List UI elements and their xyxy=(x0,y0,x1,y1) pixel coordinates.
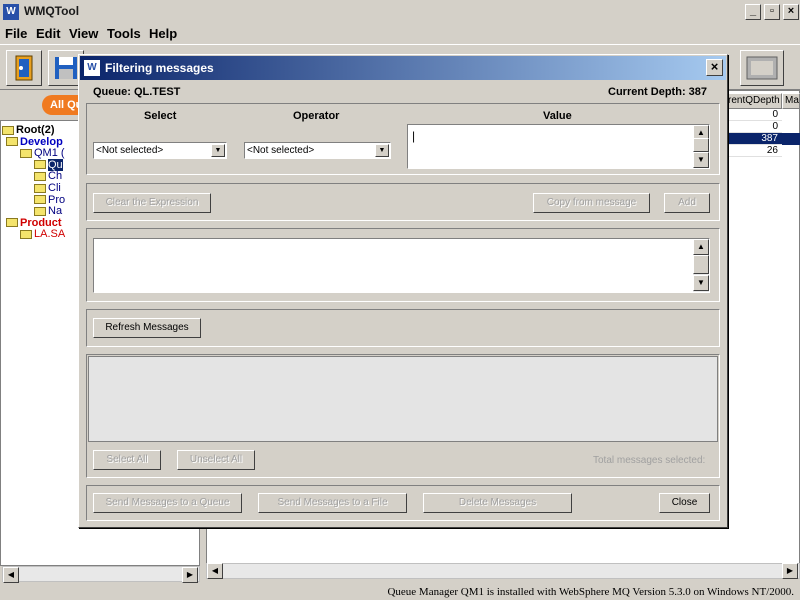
tree-node[interactable]: QM1 ( xyxy=(20,147,65,159)
folder-icon xyxy=(2,125,14,135)
app-title: WMQTool xyxy=(24,4,80,18)
grid-scroll-left-icon[interactable]: ◀ xyxy=(207,563,223,579)
scroll-thumb[interactable] xyxy=(693,255,709,274)
menu-view[interactable]: View xyxy=(69,26,98,41)
total-selected-label: Total messages selected: xyxy=(593,455,706,466)
value-textarea[interactable]: | xyxy=(407,124,710,169)
table-row[interactable]: 0 xyxy=(725,109,782,121)
select-dropdown[interactable]: <Not selected> ▼ xyxy=(93,142,227,159)
menu-file[interactable]: File xyxy=(5,26,27,41)
scroll-left-icon[interactable]: ◀ xyxy=(3,567,19,583)
tree-node-label: Develop xyxy=(20,135,63,148)
select-dropdown-value: <Not selected> xyxy=(96,145,164,156)
delete-messages-button[interactable]: Delete Messages xyxy=(423,493,572,513)
tree-node-label: QM1 ( xyxy=(34,147,65,160)
current-depth-label: Current Depth: 387 xyxy=(608,86,708,98)
grid-hscrollbar[interactable] xyxy=(206,563,800,579)
unselect-all-button[interactable]: Unselect All xyxy=(177,450,255,470)
tree-node-label: Qu xyxy=(48,158,63,171)
operator-column-label: Operator xyxy=(293,110,340,122)
clear-expression-button[interactable]: Clear the Expression xyxy=(93,193,211,213)
value-column-label: Value xyxy=(543,110,572,122)
expression-list[interactable] xyxy=(93,238,710,293)
tree-hscrollbar[interactable] xyxy=(2,566,200,582)
queue-label: Queue: QL.TEST xyxy=(93,86,181,98)
value-scrollbar[interactable]: ▲ ▼ xyxy=(693,125,709,168)
minimize-button[interactable]: _ xyxy=(745,4,761,20)
app-title-bar xyxy=(0,0,800,24)
folder-icon xyxy=(20,229,32,239)
tree-node[interactable]: Pro xyxy=(34,194,65,206)
tree-node[interactable]: Na xyxy=(34,205,62,217)
scroll-down-icon[interactable]: ▼ xyxy=(693,152,709,168)
tree-node[interactable]: Product xyxy=(6,217,62,229)
status-bar: Queue Manager QM1 is installed with WebS… xyxy=(387,586,794,598)
tree-node-label: Na xyxy=(48,205,63,218)
dialog-logo-icon: W xyxy=(84,60,100,76)
select-column-label: Select xyxy=(144,110,177,122)
tree-node[interactable]: Cli xyxy=(34,182,61,194)
tree-node[interactable]: Root(2) xyxy=(2,124,55,136)
tree-node[interactable]: Develop xyxy=(6,136,63,148)
value-text: | xyxy=(412,129,416,143)
folder-icon xyxy=(20,148,32,158)
grid-header-max[interactable]: Ma xyxy=(782,93,800,109)
operator-dropdown-value: <Not selected> xyxy=(247,145,315,156)
dialog-title: Filtering messages xyxy=(105,61,214,75)
tree-node-label: Pro xyxy=(48,193,66,206)
scroll-thumb[interactable] xyxy=(693,138,709,152)
tree-node-label: Ch xyxy=(48,170,63,183)
send-to-queue-button[interactable]: Send Messages to a Queue xyxy=(93,493,242,513)
operator-dropdown[interactable]: <Not selected> ▼ xyxy=(244,142,391,159)
tree-node[interactable]: Qu xyxy=(34,158,63,171)
tree-node-label: Root(2) xyxy=(16,124,55,136)
messages-list[interactable] xyxy=(88,356,718,442)
table-row[interactable]: 387 xyxy=(725,133,782,145)
scroll-up-icon[interactable]: ▲ xyxy=(693,239,709,255)
folder-icon xyxy=(34,206,46,216)
tree-node[interactable]: LA.SA xyxy=(20,228,65,240)
copy-from-message-button[interactable]: Copy from message xyxy=(533,193,650,213)
app-logo-icon: W xyxy=(3,4,19,20)
table-row[interactable]: 0 xyxy=(725,121,782,133)
table-row-selection[interactable] xyxy=(782,133,800,145)
select-all-button[interactable]: Select All xyxy=(93,450,161,470)
refresh-messages-button[interactable]: Refresh Messages xyxy=(93,318,201,338)
tree-node-label: LA.SA xyxy=(34,228,66,241)
tree-node-label: Cli xyxy=(48,182,61,194)
restore-button[interactable]: ▫ xyxy=(764,4,780,20)
close-window-button[interactable]: × xyxy=(783,4,799,20)
menu-edit[interactable]: Edit xyxy=(36,26,61,41)
tree-node-label: Product xyxy=(20,216,62,229)
scroll-right-icon[interactable]: ▶ xyxy=(182,567,198,583)
folder-icon xyxy=(6,137,18,147)
tree-node[interactable]: Ch xyxy=(34,170,62,182)
expression-list-scrollbar[interactable]: ▲ ▼ xyxy=(693,239,709,292)
folder-icon xyxy=(34,183,46,193)
folder-icon xyxy=(34,195,46,205)
grid-scroll-right-icon[interactable]: ▶ xyxy=(782,563,798,579)
add-button[interactable]: Add xyxy=(664,193,710,213)
scroll-down-icon[interactable]: ▼ xyxy=(693,275,709,291)
grid-header-curdepth[interactable]: rentQDepth xyxy=(725,93,782,109)
folder-icon xyxy=(6,218,18,228)
exit-icon[interactable] xyxy=(6,50,42,86)
send-to-file-button[interactable]: Send Messages to a File xyxy=(258,493,407,513)
menu-help[interactable]: Help xyxy=(149,26,177,41)
chevron-down-icon[interactable]: ▼ xyxy=(375,144,389,157)
close-button[interactable]: Close xyxy=(659,493,710,513)
folder-icon xyxy=(34,160,46,170)
screen-icon[interactable] xyxy=(740,50,784,86)
table-row[interactable]: 26 xyxy=(725,145,782,157)
dialog-close-icon[interactable]: × xyxy=(706,59,723,76)
folder-icon xyxy=(34,171,46,181)
menu-tools[interactable]: Tools xyxy=(107,26,141,41)
chevron-down-icon[interactable]: ▼ xyxy=(211,144,225,157)
